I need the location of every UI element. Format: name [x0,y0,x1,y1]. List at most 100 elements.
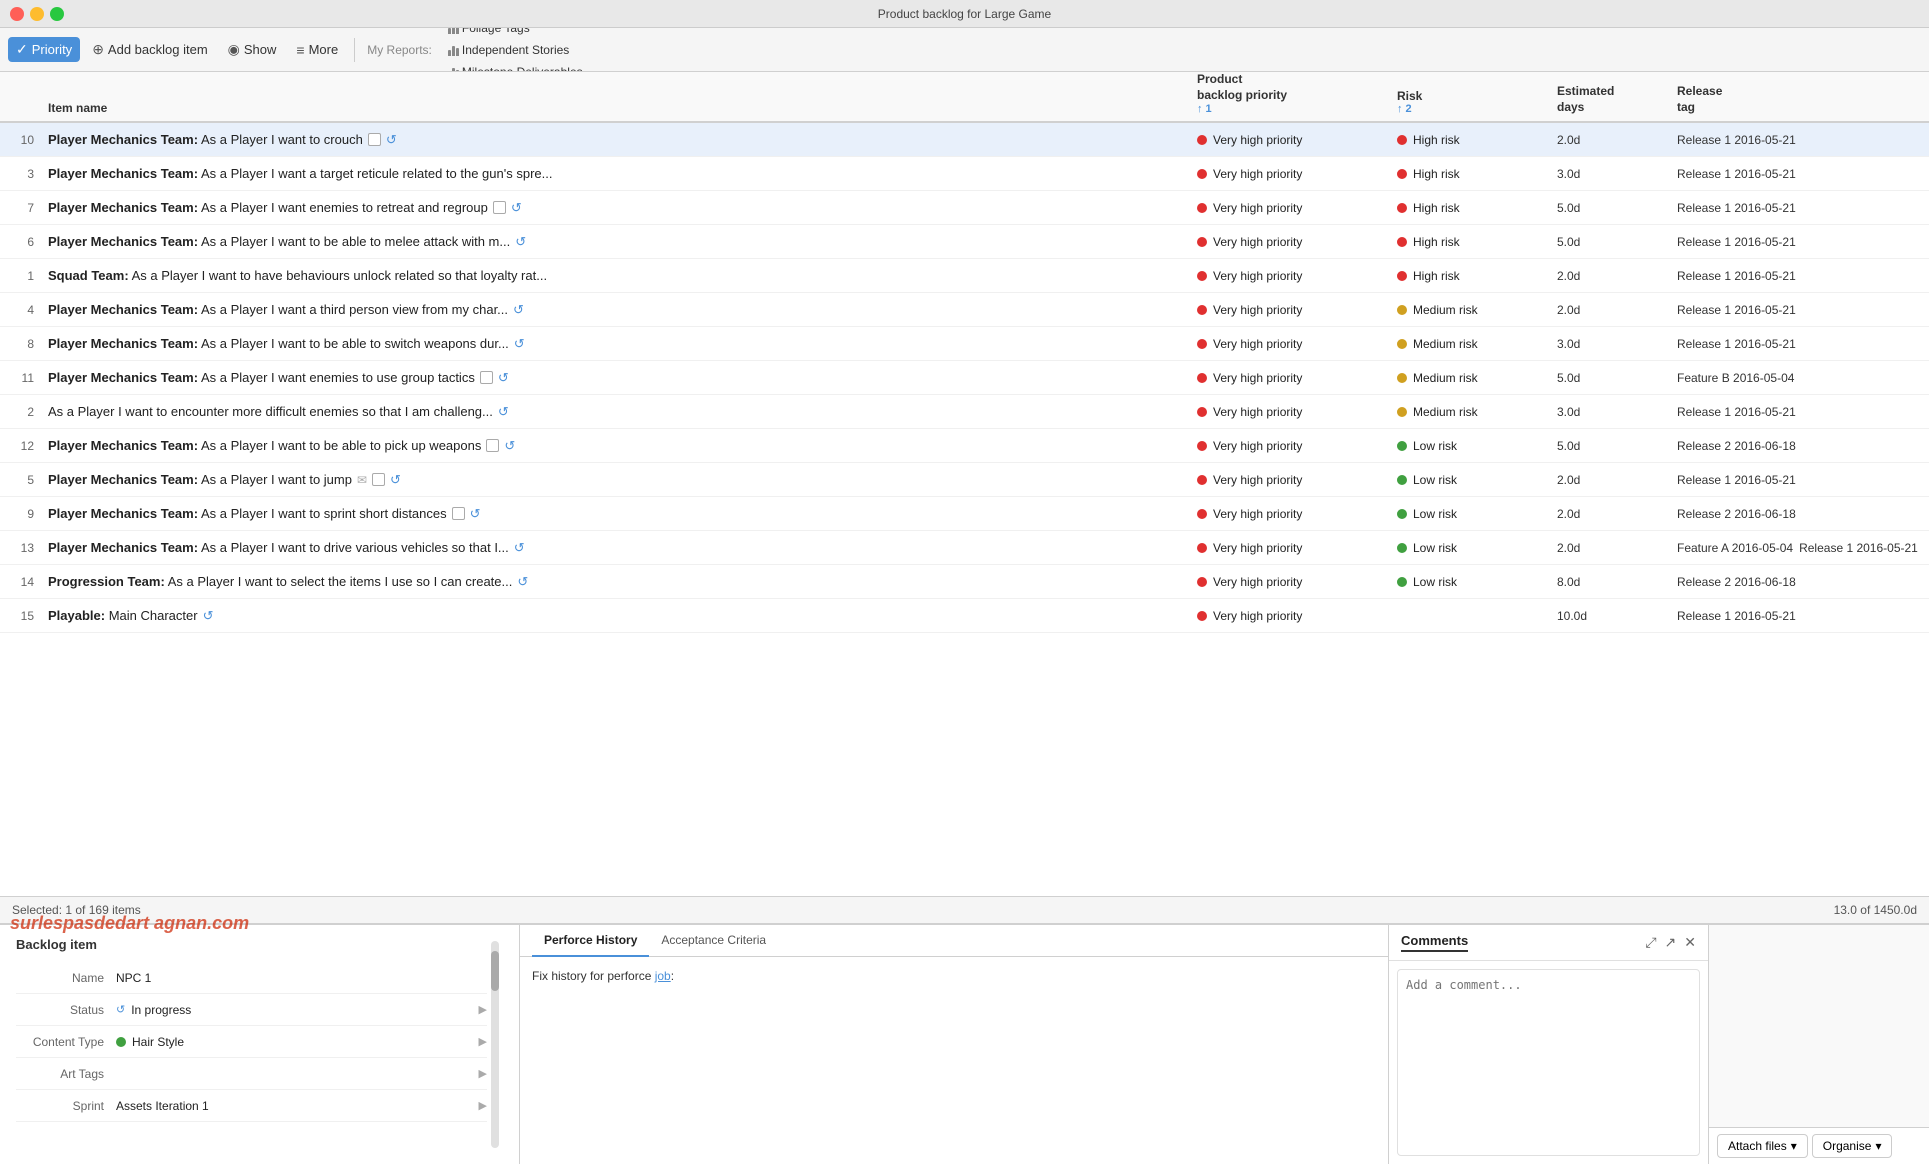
table-row[interactable]: 3 Player Mechanics Team: As a Player I w… [0,157,1929,191]
refresh-icon[interactable]: ↺ [517,574,528,590]
table-row[interactable]: 14 Progression Team: As a Player I want … [0,565,1929,599]
field-arrow-icon[interactable]: ▶ [479,1003,487,1016]
priority-dot [1197,577,1207,587]
report-item-foliage-tags[interactable]: Foliage Tags [440,28,596,39]
report-item-milestone-deliverables[interactable]: Milestone Deliverables [440,61,596,73]
risk-dot [1397,407,1407,417]
table-row[interactable]: 6 Player Mechanics Team: As a Player I w… [0,225,1929,259]
field-row-content-type: Content Type Hair Style▶ [16,1026,487,1058]
email-icon[interactable]: ✉ [357,473,367,487]
close-icon[interactable]: ✕ [1684,934,1696,951]
field-value[interactable]: ▶ [116,1067,487,1080]
more-button[interactable]: ≡ More [288,38,346,62]
risk-dot [1397,373,1407,383]
field-value[interactable]: Assets Iteration 1▶ [116,1099,487,1113]
expand-icon[interactable]: ⤢ [1645,934,1656,951]
refresh-icon[interactable]: ↺ [504,438,515,454]
refresh-icon[interactable]: ↺ [390,472,401,488]
table-row[interactable]: 2 As a Player I want to encounter more d… [0,395,1929,429]
field-arrow-icon[interactable]: ▶ [479,1067,487,1080]
external-link-icon[interactable]: ↗ [1665,934,1677,951]
table-row[interactable]: 10 Player Mechanics Team: As a Player I … [0,123,1929,157]
row-risk: High risk [1389,167,1549,181]
col-release-header[interactable]: Releasetag [1669,84,1929,115]
row-number: 11 [0,371,40,385]
field-value[interactable]: ↺In progress▶ [116,1003,487,1017]
col-risk-header[interactable]: Risk ↑ 2 [1389,89,1549,115]
table-row[interactable]: 9 Player Mechanics Team: As a Player I w… [0,497,1929,531]
checkbox-icon[interactable] [452,507,465,520]
col-name-header[interactable]: Item name [40,101,1189,115]
table-row[interactable]: 7 Player Mechanics Team: As a Player I w… [0,191,1929,225]
scrollbar[interactable] [491,941,499,1148]
risk-dot [1397,577,1407,587]
checkbox-icon[interactable] [368,133,381,146]
row-risk: Low risk [1389,507,1549,521]
window-controls[interactable] [10,7,64,21]
checkbox-icon[interactable] [493,201,506,214]
report-item-independent-stories[interactable]: Independent Stories [440,39,596,61]
refresh-icon[interactable]: ↺ [514,336,525,352]
add-backlog-button[interactable]: ⊕ Add backlog item [84,37,215,62]
refresh-icon[interactable]: ↺ [515,234,526,250]
maximize-button[interactable] [50,7,64,21]
perforce-link[interactable]: job [655,969,671,983]
refresh-icon[interactable]: ↺ [386,132,397,148]
field-row-sprint: Sprint Assets Iteration 1▶ [16,1090,487,1122]
row-name: Player Mechanics Team: As a Player I wan… [40,468,1189,492]
priority-text: Very high priority [1213,439,1302,453]
row-days: 5.0d [1549,201,1669,215]
field-arrow-icon[interactable]: ▶ [479,1099,487,1112]
minimize-button[interactable] [30,7,44,21]
checkbox-icon[interactable] [480,371,493,384]
table-row[interactable]: 11 Player Mechanics Team: As a Player I … [0,361,1929,395]
show-button[interactable]: ◉ Show [220,37,285,62]
table-row[interactable]: 4 Player Mechanics Team: As a Player I w… [0,293,1929,327]
refresh-icon[interactable]: ↺ [514,540,525,556]
priority-dot [1197,271,1207,281]
row-risk: High risk [1389,133,1549,147]
table-row[interactable]: 8 Player Mechanics Team: As a Player I w… [0,327,1929,361]
comments-title: Comments [1401,933,1468,952]
refresh-icon[interactable]: ↺ [511,200,522,216]
close-button[interactable] [10,7,24,21]
row-name: Player Mechanics Team: As a Player I wan… [40,298,1189,322]
table-row[interactable]: 12 Player Mechanics Team: As a Player I … [0,429,1929,463]
release-tag: Feature A 2016-05-04 [1677,541,1793,555]
field-dot [116,1037,126,1047]
tab-acceptance-criteria[interactable]: Acceptance Criteria [649,925,778,957]
checkbox-icon[interactable] [486,439,499,452]
risk-text: Low risk [1413,473,1457,487]
row-priority: Very high priority [1189,541,1389,555]
priority-button[interactable]: ✓ Priority [8,37,80,62]
row-priority: Very high priority [1189,269,1389,283]
row-days: 3.0d [1549,337,1669,351]
attach-files-button[interactable]: Attach files ▾ [1717,1134,1808,1158]
row-release: Release 2 2016-06-18 [1669,439,1929,453]
row-priority: Very high priority [1189,439,1389,453]
organise-button[interactable]: Organise ▾ [1812,1134,1893,1158]
col-days-header[interactable]: Estimateddays [1549,84,1669,115]
table-row[interactable]: 15 Playable: Main Character ↺ Very high … [0,599,1929,633]
table-row[interactable]: 13 Player Mechanics Team: As a Player I … [0,531,1929,565]
field-value[interactable]: Hair Style ▶ [116,1035,487,1049]
refresh-icon[interactable]: ↺ [513,302,524,318]
checkbox-icon[interactable] [372,473,385,486]
field-value[interactable]: NPC 1 [116,971,487,985]
comment-input[interactable] [1397,969,1700,1156]
risk-dot [1397,509,1407,519]
refresh-icon[interactable]: ↺ [498,404,509,420]
field-arrow-icon[interactable]: ▶ [479,1035,487,1048]
my-reports-label: My Reports: [363,43,436,57]
table-row[interactable]: 5 Player Mechanics Team: As a Player I w… [0,463,1929,497]
refresh-icon[interactable]: ↺ [203,608,214,624]
tab-perforce-history[interactable]: Perforce History [532,925,649,957]
field-value-text: Hair Style [132,1035,184,1049]
table-row[interactable]: 1 Squad Team: As a Player I want to have… [0,259,1929,293]
col-priority-header[interactable]: Productbacklog priority ↑ 1 [1189,72,1389,115]
row-name: Player Mechanics Team: As a Player I wan… [40,196,1189,220]
row-risk: High risk [1389,269,1549,283]
refresh-icon[interactable]: ↺ [470,506,481,522]
refresh-icon[interactable]: ↺ [498,370,509,386]
row-priority: Very high priority [1189,235,1389,249]
